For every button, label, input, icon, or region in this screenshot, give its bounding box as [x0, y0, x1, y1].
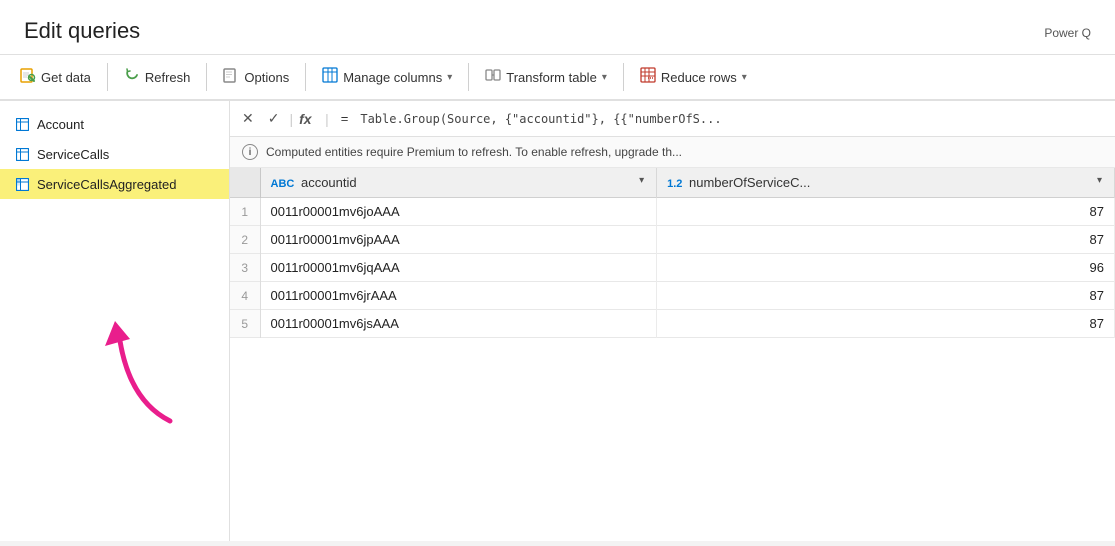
title-bar: Edit queries Power Q: [0, 0, 1115, 55]
sidebar-item-service-calls-aggregated[interactable]: ServiceCallsAggregated: [0, 169, 229, 199]
manage-columns-dropdown-arrow: ▾: [447, 72, 452, 83]
manage-columns-icon: [322, 67, 338, 87]
sidebar-item-account[interactable]: Account: [0, 109, 229, 139]
formula-bar: ✕ ✓ | fx | = Table.Group(Source, {"accou…: [230, 101, 1115, 137]
cell-value-3: 87: [657, 282, 1115, 310]
content-area: ✕ ✓ | fx | = Table.Group(Source, {"accou…: [230, 101, 1115, 541]
account-label: Account: [37, 117, 84, 132]
manage-columns-button[interactable]: Manage columns ▾: [310, 61, 464, 93]
row-num-4: 4: [230, 282, 260, 310]
numberofservicec-filter-button[interactable]: ▾: [1095, 175, 1104, 186]
toolbar-sep-1: [107, 63, 108, 91]
options-icon: [223, 67, 239, 87]
get-data-label: Get data: [41, 70, 91, 85]
row-num-1: 1: [230, 198, 260, 226]
options-label: Options: [244, 70, 289, 85]
toolbar-sep-5: [623, 63, 624, 91]
transform-table-button[interactable]: Transform table ▾: [473, 61, 619, 93]
cell-value-0: 87: [657, 198, 1115, 226]
get-data-icon: [20, 67, 36, 87]
toolbar: Get data Refresh Options: [0, 55, 1115, 101]
cell-accountid-2: 0011r00001mv6jqAAA: [260, 254, 657, 282]
toolbar-sep-4: [468, 63, 469, 91]
cell-value-4: 87: [657, 310, 1115, 338]
reduce-rows-dropdown-arrow: ▾: [742, 72, 747, 83]
info-bar: i Computed entities require Premium to r…: [230, 137, 1115, 168]
table-header-row: ABC accountid ▾ 1.2 numberOfServiceC... …: [230, 168, 1115, 198]
formula-sep: |: [289, 111, 293, 127]
accountid-type: ABC: [271, 178, 295, 190]
data-table: ABC accountid ▾ 1.2 numberOfServiceC... …: [230, 168, 1115, 338]
refresh-icon: [124, 67, 140, 87]
table-row: 4 0011r00001mv6jrAAA 87: [230, 282, 1115, 310]
service-calls-table-icon: [14, 146, 30, 162]
transform-table-label: Transform table: [506, 70, 597, 85]
transform-table-dropdown-arrow: ▾: [602, 72, 607, 83]
main-layout: Account ServiceCalls: [0, 101, 1115, 541]
table-row: 1 0011r00001mv6joAAA 87: [230, 198, 1115, 226]
formula-cancel-button[interactable]: ✕: [238, 108, 258, 129]
info-message: Computed entities require Premium to ref…: [266, 145, 682, 159]
table-row: 3 0011r00001mv6jqAAA 96: [230, 254, 1115, 282]
cell-accountid-0: 0011r00001mv6joAAA: [260, 198, 657, 226]
app-label: Power Q: [1044, 26, 1091, 44]
numberofservicec-type: 1.2: [667, 178, 682, 190]
row-num-3: 3: [230, 254, 260, 282]
table-row: 5 0011r00001mv6jsAAA 87: [230, 310, 1115, 338]
sidebar-item-service-calls[interactable]: ServiceCalls: [0, 139, 229, 169]
formula-fx-label: fx: [299, 111, 319, 127]
reduce-rows-icon: [640, 67, 656, 87]
row-num-header: [230, 168, 260, 198]
sidebar: Account ServiceCalls: [0, 101, 230, 541]
numberofservicec-col-label: numberOfServiceC...: [689, 175, 810, 190]
table-row: 2 0011r00001mv6jpAAA 87: [230, 226, 1115, 254]
formula-sep-2: |: [325, 111, 329, 127]
get-data-button[interactable]: Get data: [8, 61, 103, 93]
row-num-5: 5: [230, 310, 260, 338]
accountid-filter-button[interactable]: ▾: [637, 175, 646, 186]
refresh-button[interactable]: Refresh: [112, 61, 203, 93]
formula-confirm-button[interactable]: ✓: [264, 108, 284, 129]
service-calls-label: ServiceCalls: [37, 147, 109, 162]
manage-columns-label: Manage columns: [343, 70, 442, 85]
service-calls-aggregated-label: ServiceCallsAggregated: [37, 177, 176, 192]
account-table-icon: [14, 116, 30, 132]
reduce-rows-label: Reduce rows: [661, 70, 737, 85]
cell-accountid-3: 0011r00001mv6jrAAA: [260, 282, 657, 310]
data-table-wrapper: ABC accountid ▾ 1.2 numberOfServiceC... …: [230, 168, 1115, 541]
col-header-numberofservicec: 1.2 numberOfServiceC... ▾: [657, 168, 1115, 198]
cell-value-2: 96: [657, 254, 1115, 282]
page-title: Edit queries: [24, 18, 140, 44]
toolbar-sep-2: [206, 63, 207, 91]
formula-text[interactable]: Table.Group(Source, {"accountid"}, {{"nu…: [360, 112, 721, 126]
col-header-accountid: ABC accountid ▾: [260, 168, 657, 198]
service-calls-aggregated-table-icon: [14, 176, 30, 192]
cell-value-1: 87: [657, 226, 1115, 254]
transform-table-icon: [485, 67, 501, 87]
formula-eq: =: [335, 111, 355, 126]
row-num-2: 2: [230, 226, 260, 254]
reduce-rows-button[interactable]: Reduce rows ▾: [628, 61, 759, 93]
info-icon: i: [242, 144, 258, 160]
refresh-label: Refresh: [145, 70, 191, 85]
accountid-col-label: accountid: [301, 175, 357, 190]
cell-accountid-1: 0011r00001mv6jpAAA: [260, 226, 657, 254]
cell-accountid-4: 0011r00001mv6jsAAA: [260, 310, 657, 338]
options-button[interactable]: Options: [211, 61, 301, 93]
toolbar-sep-3: [305, 63, 306, 91]
